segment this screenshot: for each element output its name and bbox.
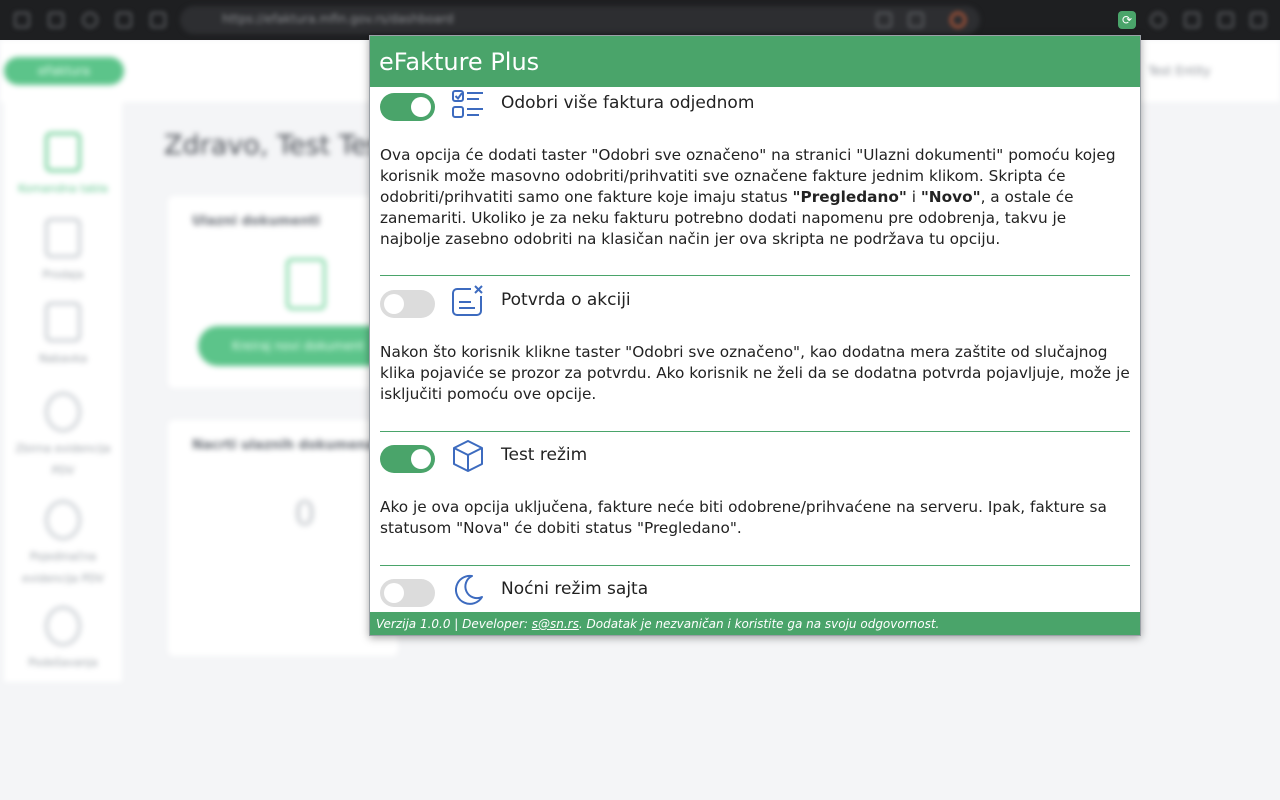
dashboard-icon xyxy=(45,132,81,172)
toggle-knob xyxy=(411,97,431,117)
sidebar-item-label: Zbirna evidencija PDV xyxy=(15,442,111,477)
option-test-mode: Test režim Ako je ova opcija uključena, … xyxy=(380,439,1130,537)
shield-icon[interactable] xyxy=(950,12,966,28)
option-night-mode: Noćni režim sajta xyxy=(380,573,1130,612)
divider xyxy=(380,431,1130,432)
sidebar-item-label: Prodaja xyxy=(42,268,84,281)
options-list[interactable]: Odobri više faktura odjednom Ova opcija … xyxy=(370,87,1140,612)
divider xyxy=(380,565,1130,566)
create-document-button[interactable]: Kreiraj novi dokument xyxy=(198,326,398,366)
extensions-icon[interactable] xyxy=(1150,12,1166,28)
desc-part: i xyxy=(906,188,921,206)
popup-header: eFakture Plus xyxy=(370,36,1140,87)
sidebar-item-purchases[interactable]: Nabavka xyxy=(4,302,122,370)
status-pregledano: "Pregledano" xyxy=(792,188,907,206)
page-title: Zdravo, Test Test xyxy=(164,130,392,161)
toggle-knob xyxy=(384,583,404,603)
chat-icon xyxy=(45,500,81,540)
option-title: Test režim xyxy=(501,445,588,465)
sidebar-item-label: Komandna tabla xyxy=(18,182,108,195)
menu-icon[interactable] xyxy=(1184,12,1200,28)
url-text: https://efaktura.mfin.gov.rs/dashboard xyxy=(222,12,454,26)
option-description: Ova opcija će dodati taster "Odobri sve … xyxy=(380,145,1130,250)
bulk-approve-toggle[interactable] xyxy=(380,93,435,121)
footer-disclaimer: . Dodatak je nezvaničan i koristite ga n… xyxy=(578,617,940,631)
sidebar-item-label: Podešavanja xyxy=(28,656,98,669)
divider xyxy=(380,275,1130,276)
sidebar-item-label: Nabavka xyxy=(38,352,88,365)
sidebar-icon[interactable] xyxy=(1218,12,1234,28)
option-description: Nakon što korisnik klikne taster "Odobri… xyxy=(380,343,1130,403)
bookmark-icon[interactable] xyxy=(150,12,166,28)
incoming-documents-card: Ulazni dokumenti Kreiraj novi dokument xyxy=(168,196,398,388)
sidebar-item-vat-summary[interactable]: Zbirna evidencija PDV xyxy=(4,392,122,482)
footer-version: Verzija 1.0.0 | Developer: xyxy=(376,617,532,631)
checklist-icon xyxy=(452,90,483,118)
sidebar-item-label: Pojedinačna evidencija PDV xyxy=(22,550,104,585)
moon-icon xyxy=(454,574,483,605)
forward-icon[interactable] xyxy=(48,12,64,28)
cube-icon xyxy=(453,440,483,472)
drafts-card: Nacrti ulaznih dokumenata 0 xyxy=(168,420,398,656)
toggle-knob xyxy=(384,294,404,314)
gear-icon xyxy=(45,606,81,646)
test-mode-toggle[interactable] xyxy=(380,445,435,473)
home-icon[interactable] xyxy=(116,12,132,28)
browser-toolbar: https://efaktura.mfin.gov.rs/dashboard ⟳ xyxy=(0,0,1280,40)
chat-icon xyxy=(45,392,81,432)
option-bulk-approve: Odobri više faktura odjednom Ova opcija … xyxy=(380,87,1130,248)
sidebar-item-vat-individual[interactable]: Pojedinačna evidencija PDV xyxy=(4,500,122,590)
night-mode-toggle[interactable] xyxy=(380,579,435,607)
drafts-count: 0 xyxy=(294,494,316,534)
toggle-knob xyxy=(411,449,431,469)
sidebar-item-sales[interactable]: Prodaja xyxy=(4,218,122,286)
option-title: Odobri više faktura odjednom xyxy=(501,93,755,113)
sidebar: Komandna tabla Prodaja Nabavka Zbirna ev… xyxy=(4,102,122,682)
share-icon[interactable] xyxy=(876,12,892,28)
sidebar-item-dashboard[interactable]: Komandna tabla xyxy=(4,132,122,200)
confirm-dialog-icon xyxy=(452,284,485,316)
back-icon[interactable] xyxy=(14,12,30,28)
user-menu[interactable]: Test Entity xyxy=(1148,64,1210,78)
option-action-confirm: Potvrda o akciji Nakon što korisnik klik… xyxy=(380,284,1130,403)
option-description: Ako je ova opcija uključena, fakture neć… xyxy=(380,498,1107,537)
file-plus-icon xyxy=(45,302,81,342)
developer-email-link[interactable]: s@sn.rs xyxy=(532,617,579,631)
site-logo[interactable]: eFaktura xyxy=(4,57,124,85)
more-icon[interactable] xyxy=(1250,12,1266,28)
translate-icon[interactable] xyxy=(908,12,924,28)
document-icon xyxy=(286,258,326,310)
extension-popup: eFakture Plus Odobri više faktura odjedn… xyxy=(369,35,1141,636)
card-title: Ulazni dokumenti xyxy=(192,214,321,229)
file-plus-icon xyxy=(45,218,81,258)
action-confirm-toggle[interactable] xyxy=(380,290,435,318)
reload-icon[interactable] xyxy=(82,12,98,28)
popup-footer: Verzija 1.0.0 | Developer: s@sn.rs. Doda… xyxy=(370,612,1140,635)
refresh-icon[interactable]: ⟳ xyxy=(1118,11,1136,29)
card-title: Nacrti ulaznih dokumenata xyxy=(192,438,391,453)
sidebar-item-settings[interactable]: Podešavanja xyxy=(4,606,122,674)
popup-title: eFakture Plus xyxy=(379,48,540,76)
option-title: Noćni režim sajta xyxy=(501,579,649,599)
address-bar[interactable]: https://efaktura.mfin.gov.rs/dashboard xyxy=(180,6,980,34)
status-novo: "Novo" xyxy=(920,188,981,206)
option-title: Potvrda o akciji xyxy=(501,290,631,310)
